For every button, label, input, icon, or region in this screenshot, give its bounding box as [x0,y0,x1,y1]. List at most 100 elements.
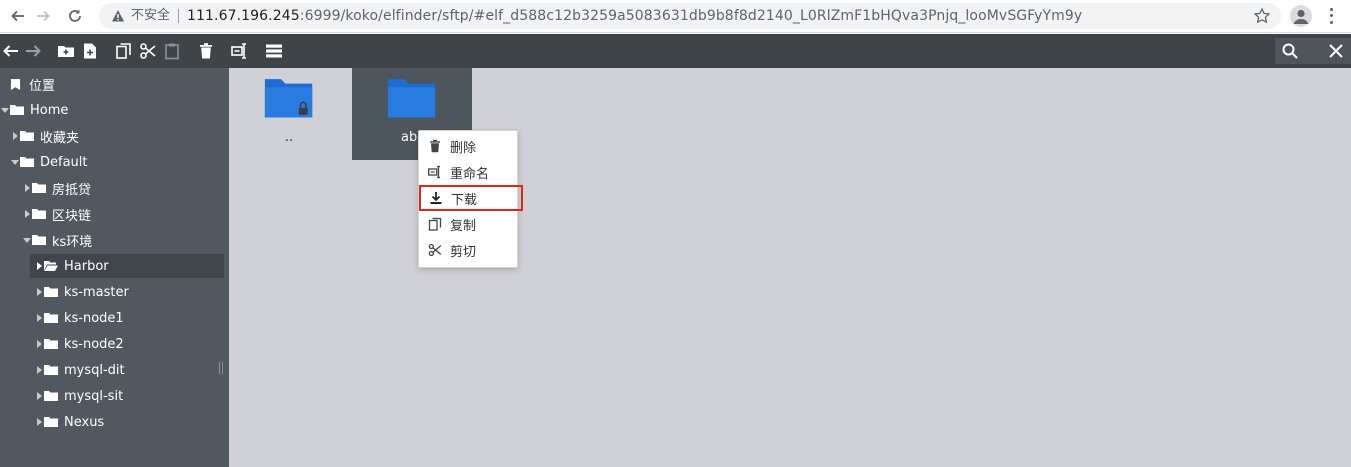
folder-icon [44,365,58,375]
tree-item-folder[interactable]: Nexus [0,410,229,434]
caret-right-icon[interactable] [34,339,44,349]
trash-icon [430,139,440,153]
folder-icon [44,287,58,297]
tree-label: Harbor [64,258,109,274]
folder-open-icon [44,261,58,271]
forward-icon[interactable] [22,40,44,62]
places-label: 位置 [29,78,56,94]
navbar-tree: 位置 Home 收藏夹 Default 房抵贷 区块链 ks环境 Harbor [0,68,229,467]
tree-item-default[interactable]: Default [0,150,229,174]
folder-icon [387,79,436,118]
folder-icon [44,313,58,323]
menu-item-label: 复制 [450,218,477,234]
tree-item-folder[interactable]: 房抵贷 [0,176,229,200]
menu-item-copy[interactable]: 复制 [419,212,517,236]
warning-icon [112,10,124,22]
caret-down-icon[interactable] [0,105,10,115]
caret-down-icon[interactable] [22,235,32,245]
view-list-icon[interactable] [263,40,285,62]
rename-icon [428,165,440,179]
tree-label: mysql-sit [64,388,124,404]
tree-label: ks-master [64,284,129,300]
folder-icon [20,131,34,141]
url-path: :6999/koko/elfinder/sftp/#elf_d588c12b32… [299,8,1083,24]
search-input[interactable] [1275,38,1351,64]
file-label-parent: .. [284,130,294,145]
delete-icon[interactable] [195,40,217,62]
caret-right-icon[interactable] [34,261,44,271]
menu-item-rename[interactable]: 重命名 [419,160,517,184]
places-icon [10,78,21,90]
cut-icon[interactable] [137,40,159,62]
insecure-label: 不安全 [131,9,180,23]
menu-item-label: 删除 [450,140,477,156]
caret-right-icon[interactable] [34,417,44,427]
workzone[interactable]: .. abc [229,68,1351,467]
tree-label: Nexus [64,414,105,430]
clear-search-icon[interactable] [1327,42,1345,60]
context-menu: 删除 重命名 下载 复制 剪切 [418,130,523,268]
tree-item-folder[interactable]: mysql-dit [0,358,229,382]
navbar-resize-handle[interactable] [219,362,223,374]
profile-avatar-icon[interactable] [1290,5,1312,27]
caret-right-icon[interactable] [34,365,44,375]
caret-right-icon[interactable] [10,131,20,141]
reload-icon[interactable] [62,4,88,28]
tree-label-default: Default [40,154,88,170]
address-bar[interactable]: 不安全 111.67.196.245:6999/koko/elfinder/sf… [99,3,1281,29]
tree-item-folder[interactable]: ks-node2 [0,332,229,356]
paste-icon[interactable] [161,40,183,62]
new-folder-icon[interactable] [55,40,77,62]
tree-item-active[interactable]: Harbor [30,254,224,278]
menu-item-label: 剪切 [450,244,477,260]
caret-down-icon[interactable] [10,157,20,167]
caret-right-icon[interactable] [22,183,32,193]
caret-right-icon[interactable] [34,287,44,297]
tree-label: ks-node2 [64,336,124,352]
rename-icon[interactable] [229,40,251,62]
tree-item-folder[interactable]: ks环境 [0,228,229,252]
menu-item-cut[interactable]: 剪切 [419,238,517,262]
copy-icon [428,217,442,231]
back-icon[interactable] [0,40,22,62]
caret-right-icon[interactable] [34,391,44,401]
url-text: 111.67.196.245:6999/koko/elfinder/sftp/#… [187,8,1082,24]
file-item-parent[interactable]: .. [229,68,349,160]
tree-item-folder[interactable]: ks-master [0,280,229,304]
menu-item-download[interactable]: 下载 [419,185,523,211]
search-icon[interactable] [1281,42,1299,60]
menu-item-delete[interactable]: 删除 [419,134,517,158]
folder-locked-icon [264,79,313,118]
folder-icon [32,235,46,245]
browser-bar: 不安全 111.67.196.245:6999/koko/elfinder/sf… [0,0,1351,33]
new-file-icon[interactable] [79,40,101,62]
download-icon [430,192,442,204]
menu-item-label: 下载 [451,192,478,208]
tree-label-favorites: 收藏夹 [40,130,80,146]
caret-right-icon[interactable] [22,209,32,219]
browser-back-icon[interactable] [5,4,31,28]
folder-icon [32,183,46,193]
tree-label: 区块链 [52,208,92,224]
tree-label: mysql-dit [64,362,125,378]
tree-item-home[interactable]: Home [0,98,229,122]
tree-item-folder[interactable]: mysql-sit [0,384,229,408]
tree-item-favorites[interactable]: 收藏夹 [0,124,229,148]
copy-icon[interactable] [113,40,135,62]
caret-right-icon[interactable] [34,313,44,323]
folder-icon [32,209,46,219]
browser-forward-icon[interactable] [30,4,56,28]
folder-icon [44,391,58,401]
url-host: 111.67.196.245 [187,8,300,24]
tree-item-folder[interactable]: ks-node1 [0,306,229,330]
tree-label-home: Home [30,102,69,118]
browser-menu-icon[interactable] [1326,6,1336,26]
elfinder-toolbar [0,34,1351,68]
places-header[interactable]: 位置 [0,72,229,96]
scissors-icon [428,243,442,257]
folder-icon [44,339,58,349]
tree-item-folder[interactable]: 区块链 [0,202,229,226]
bookmark-star-icon[interactable] [1253,7,1271,25]
menu-item-label: 重命名 [450,166,490,182]
tree-label: ks环境 [52,234,93,250]
